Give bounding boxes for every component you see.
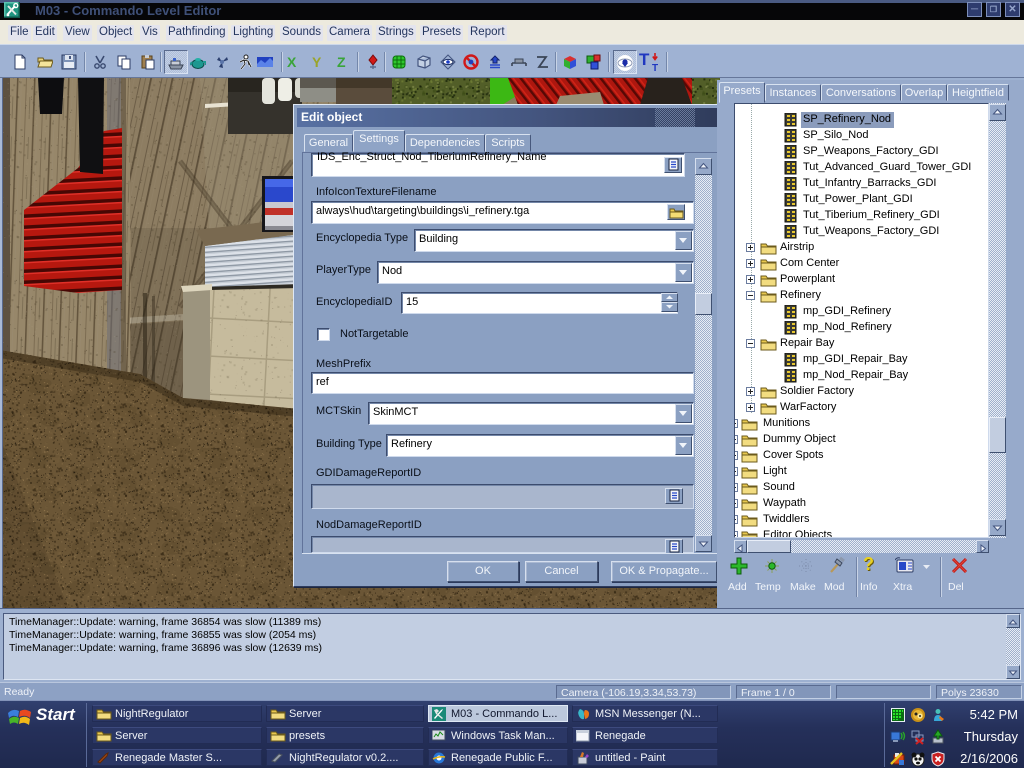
- svg-text:T: T: [652, 63, 658, 74]
